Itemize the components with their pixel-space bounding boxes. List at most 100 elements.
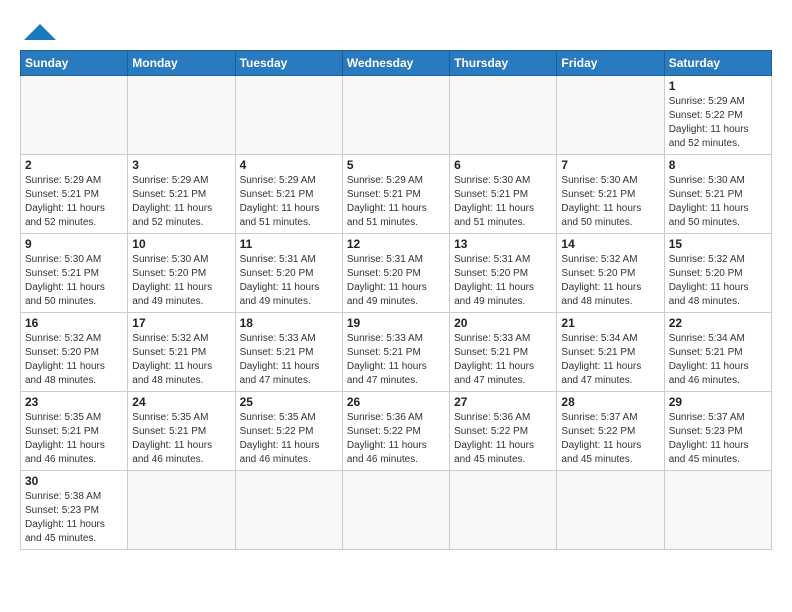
calendar-cell: 1 Sunrise: 5:29 AMSunset: 5:22 PMDaylight… bbox=[664, 76, 771, 155]
calendar-cell: 13 Sunrise: 5:31 AMSunset: 5:20 PMDayligh… bbox=[450, 234, 557, 313]
day-info: Sunrise: 5:35 AMSunset: 5:21 PMDaylight:… bbox=[25, 411, 123, 467]
day-info: Sunrise: 5:29 AMSunset: 5:21 PMDaylight:… bbox=[132, 174, 230, 230]
calendar-cell bbox=[235, 76, 342, 155]
day-info: Sunrise: 5:33 AMSunset: 5:21 PMDaylight:… bbox=[454, 332, 552, 388]
day-info: Sunrise: 5:37 AMSunset: 5:23 PMDaylight:… bbox=[669, 411, 767, 467]
calendar-cell: 24 Sunrise: 5:35 AMSunset: 5:21 PMDayligh… bbox=[128, 392, 235, 471]
day-number: 12 bbox=[347, 237, 445, 251]
day-number: 27 bbox=[454, 395, 552, 409]
calendar-cell: 18Sunrise: 5:33 AMSunset: 5:21 PMDayligh… bbox=[235, 313, 342, 392]
day-number: 25 bbox=[240, 395, 338, 409]
calendar-cell: 10Sunrise: 5:30 AMSunset: 5:20 PMDayligh… bbox=[128, 234, 235, 313]
calendar-cell: 7 Sunrise: 5:30 AMSunset: 5:21 PMDaylight… bbox=[557, 155, 664, 234]
calendar-cell bbox=[450, 76, 557, 155]
day-info: Sunrise: 5:35 AMSunset: 5:21 PMDaylight:… bbox=[132, 411, 230, 467]
header bbox=[20, 16, 772, 42]
day-info: Sunrise: 5:29 AMSunset: 5:21 PMDaylight:… bbox=[25, 174, 123, 230]
calendar-cell bbox=[450, 471, 557, 550]
weekday-header-sunday: Sunday bbox=[21, 51, 128, 76]
day-info: Sunrise: 5:33 AMSunset: 5:21 PMDaylight:… bbox=[347, 332, 445, 388]
day-info: Sunrise: 5:30 AMSunset: 5:21 PMDaylight:… bbox=[561, 174, 659, 230]
calendar-cell: 14 Sunrise: 5:32 AMSunset: 5:20 PMDayligh… bbox=[557, 234, 664, 313]
day-number: 23 bbox=[25, 395, 123, 409]
weekday-header-saturday: Saturday bbox=[664, 51, 771, 76]
day-number: 13 bbox=[454, 237, 552, 251]
calendar-cell bbox=[557, 76, 664, 155]
day-info: Sunrise: 5:32 AMSunset: 5:21 PMDaylight:… bbox=[132, 332, 230, 388]
day-number: 19 bbox=[347, 316, 445, 330]
logo bbox=[20, 20, 58, 42]
day-info: Sunrise: 5:32 AMSunset: 5:20 PMDaylight:… bbox=[669, 253, 767, 309]
day-number: 4 bbox=[240, 158, 338, 172]
day-info: Sunrise: 5:30 AMSunset: 5:21 PMDaylight:… bbox=[25, 253, 123, 309]
day-info: Sunrise: 5:38 AMSunset: 5:23 PMDaylight:… bbox=[25, 490, 123, 546]
calendar-cell bbox=[664, 471, 771, 550]
calendar-cell: 2 Sunrise: 5:29 AMSunset: 5:21 PMDaylight… bbox=[21, 155, 128, 234]
calendar-cell: 17 Sunrise: 5:32 AMSunset: 5:21 PMDayligh… bbox=[128, 313, 235, 392]
calendar-cell: 15 Sunrise: 5:32 AMSunset: 5:20 PMDayligh… bbox=[664, 234, 771, 313]
calendar-cell: 5Sunrise: 5:29 AMSunset: 5:21 PMDaylight… bbox=[342, 155, 449, 234]
logo-icon bbox=[22, 22, 58, 44]
day-info: Sunrise: 5:36 AMSunset: 5:22 PMDaylight:… bbox=[454, 411, 552, 467]
day-info: Sunrise: 5:32 AMSunset: 5:20 PMDaylight:… bbox=[561, 253, 659, 309]
day-info: Sunrise: 5:35 AMSunset: 5:22 PMDaylight:… bbox=[240, 411, 338, 467]
day-info: Sunrise: 5:34 AMSunset: 5:21 PMDaylight:… bbox=[561, 332, 659, 388]
day-number: 28 bbox=[561, 395, 659, 409]
calendar-cell: 6Sunrise: 5:30 AMSunset: 5:21 PMDaylight… bbox=[450, 155, 557, 234]
day-number: 26 bbox=[347, 395, 445, 409]
day-number: 29 bbox=[669, 395, 767, 409]
day-info: Sunrise: 5:31 AMSunset: 5:20 PMDaylight:… bbox=[240, 253, 338, 309]
day-number: 14 bbox=[561, 237, 659, 251]
day-number: 16 bbox=[25, 316, 123, 330]
day-number: 17 bbox=[132, 316, 230, 330]
calendar-cell: 12 Sunrise: 5:31 AMSunset: 5:20 PMDayligh… bbox=[342, 234, 449, 313]
day-info: Sunrise: 5:31 AMSunset: 5:20 PMDaylight:… bbox=[454, 253, 552, 309]
calendar-cell: 29 Sunrise: 5:37 AMSunset: 5:23 PMDayligh… bbox=[664, 392, 771, 471]
weekday-header-thursday: Thursday bbox=[450, 51, 557, 76]
calendar-cell: 25 Sunrise: 5:35 AMSunset: 5:22 PMDayligh… bbox=[235, 392, 342, 471]
weekday-header-monday: Monday bbox=[128, 51, 235, 76]
calendar-cell: 3Sunrise: 5:29 AMSunset: 5:21 PMDaylight… bbox=[128, 155, 235, 234]
calendar-cell: 27 Sunrise: 5:36 AMSunset: 5:22 PMDayligh… bbox=[450, 392, 557, 471]
calendar-table: SundayMondayTuesdayWednesdayThursdayFrid… bbox=[20, 50, 772, 550]
day-number: 24 bbox=[132, 395, 230, 409]
day-info: Sunrise: 5:30 AMSunset: 5:20 PMDaylight:… bbox=[132, 253, 230, 309]
calendar-cell: 16 Sunrise: 5:32 AMSunset: 5:20 PMDayligh… bbox=[21, 313, 128, 392]
calendar-cell bbox=[21, 76, 128, 155]
calendar-cell: 8 Sunrise: 5:30 AMSunset: 5:21 PMDaylight… bbox=[664, 155, 771, 234]
day-number: 2 bbox=[25, 158, 123, 172]
day-number: 15 bbox=[669, 237, 767, 251]
day-info: Sunrise: 5:30 AMSunset: 5:21 PMDaylight:… bbox=[454, 174, 552, 230]
day-number: 20 bbox=[454, 316, 552, 330]
calendar-cell: 23 Sunrise: 5:35 AMSunset: 5:21 PMDayligh… bbox=[21, 392, 128, 471]
day-info: Sunrise: 5:31 AMSunset: 5:20 PMDaylight:… bbox=[347, 253, 445, 309]
calendar-cell bbox=[235, 471, 342, 550]
day-number: 11 bbox=[240, 237, 338, 251]
calendar-cell bbox=[557, 471, 664, 550]
calendar-cell: 28 Sunrise: 5:37 AMSunset: 5:22 PMDayligh… bbox=[557, 392, 664, 471]
calendar-cell bbox=[342, 471, 449, 550]
calendar-cell: 4 Sunrise: 5:29 AMSunset: 5:21 PMDaylight… bbox=[235, 155, 342, 234]
day-number: 21 bbox=[561, 316, 659, 330]
day-info: Sunrise: 5:34 AMSunset: 5:21 PMDaylight:… bbox=[669, 332, 767, 388]
calendar-cell: 22 Sunrise: 5:34 AMSunset: 5:21 PMDayligh… bbox=[664, 313, 771, 392]
day-info: Sunrise: 5:30 AMSunset: 5:21 PMDaylight:… bbox=[669, 174, 767, 230]
day-number: 30 bbox=[25, 474, 123, 488]
day-info: Sunrise: 5:29 AMSunset: 5:22 PMDaylight:… bbox=[669, 95, 767, 151]
weekday-header-tuesday: Tuesday bbox=[235, 51, 342, 76]
day-number: 1 bbox=[669, 79, 767, 93]
weekday-header-wednesday: Wednesday bbox=[342, 51, 449, 76]
calendar-cell bbox=[342, 76, 449, 155]
calendar-cell: 19 Sunrise: 5:33 AMSunset: 5:21 PMDayligh… bbox=[342, 313, 449, 392]
day-info: Sunrise: 5:32 AMSunset: 5:20 PMDaylight:… bbox=[25, 332, 123, 388]
day-info: Sunrise: 5:37 AMSunset: 5:22 PMDaylight:… bbox=[561, 411, 659, 467]
calendar-cell bbox=[128, 76, 235, 155]
calendar-cell bbox=[128, 471, 235, 550]
day-number: 8 bbox=[669, 158, 767, 172]
day-info: Sunrise: 5:29 AMSunset: 5:21 PMDaylight:… bbox=[347, 174, 445, 230]
calendar-cell: 26Sunrise: 5:36 AMSunset: 5:22 PMDayligh… bbox=[342, 392, 449, 471]
day-number: 7 bbox=[561, 158, 659, 172]
calendar-cell: 9Sunrise: 5:30 AMSunset: 5:21 PMDaylight… bbox=[21, 234, 128, 313]
day-number: 22 bbox=[669, 316, 767, 330]
day-info: Sunrise: 5:29 AMSunset: 5:21 PMDaylight:… bbox=[240, 174, 338, 230]
